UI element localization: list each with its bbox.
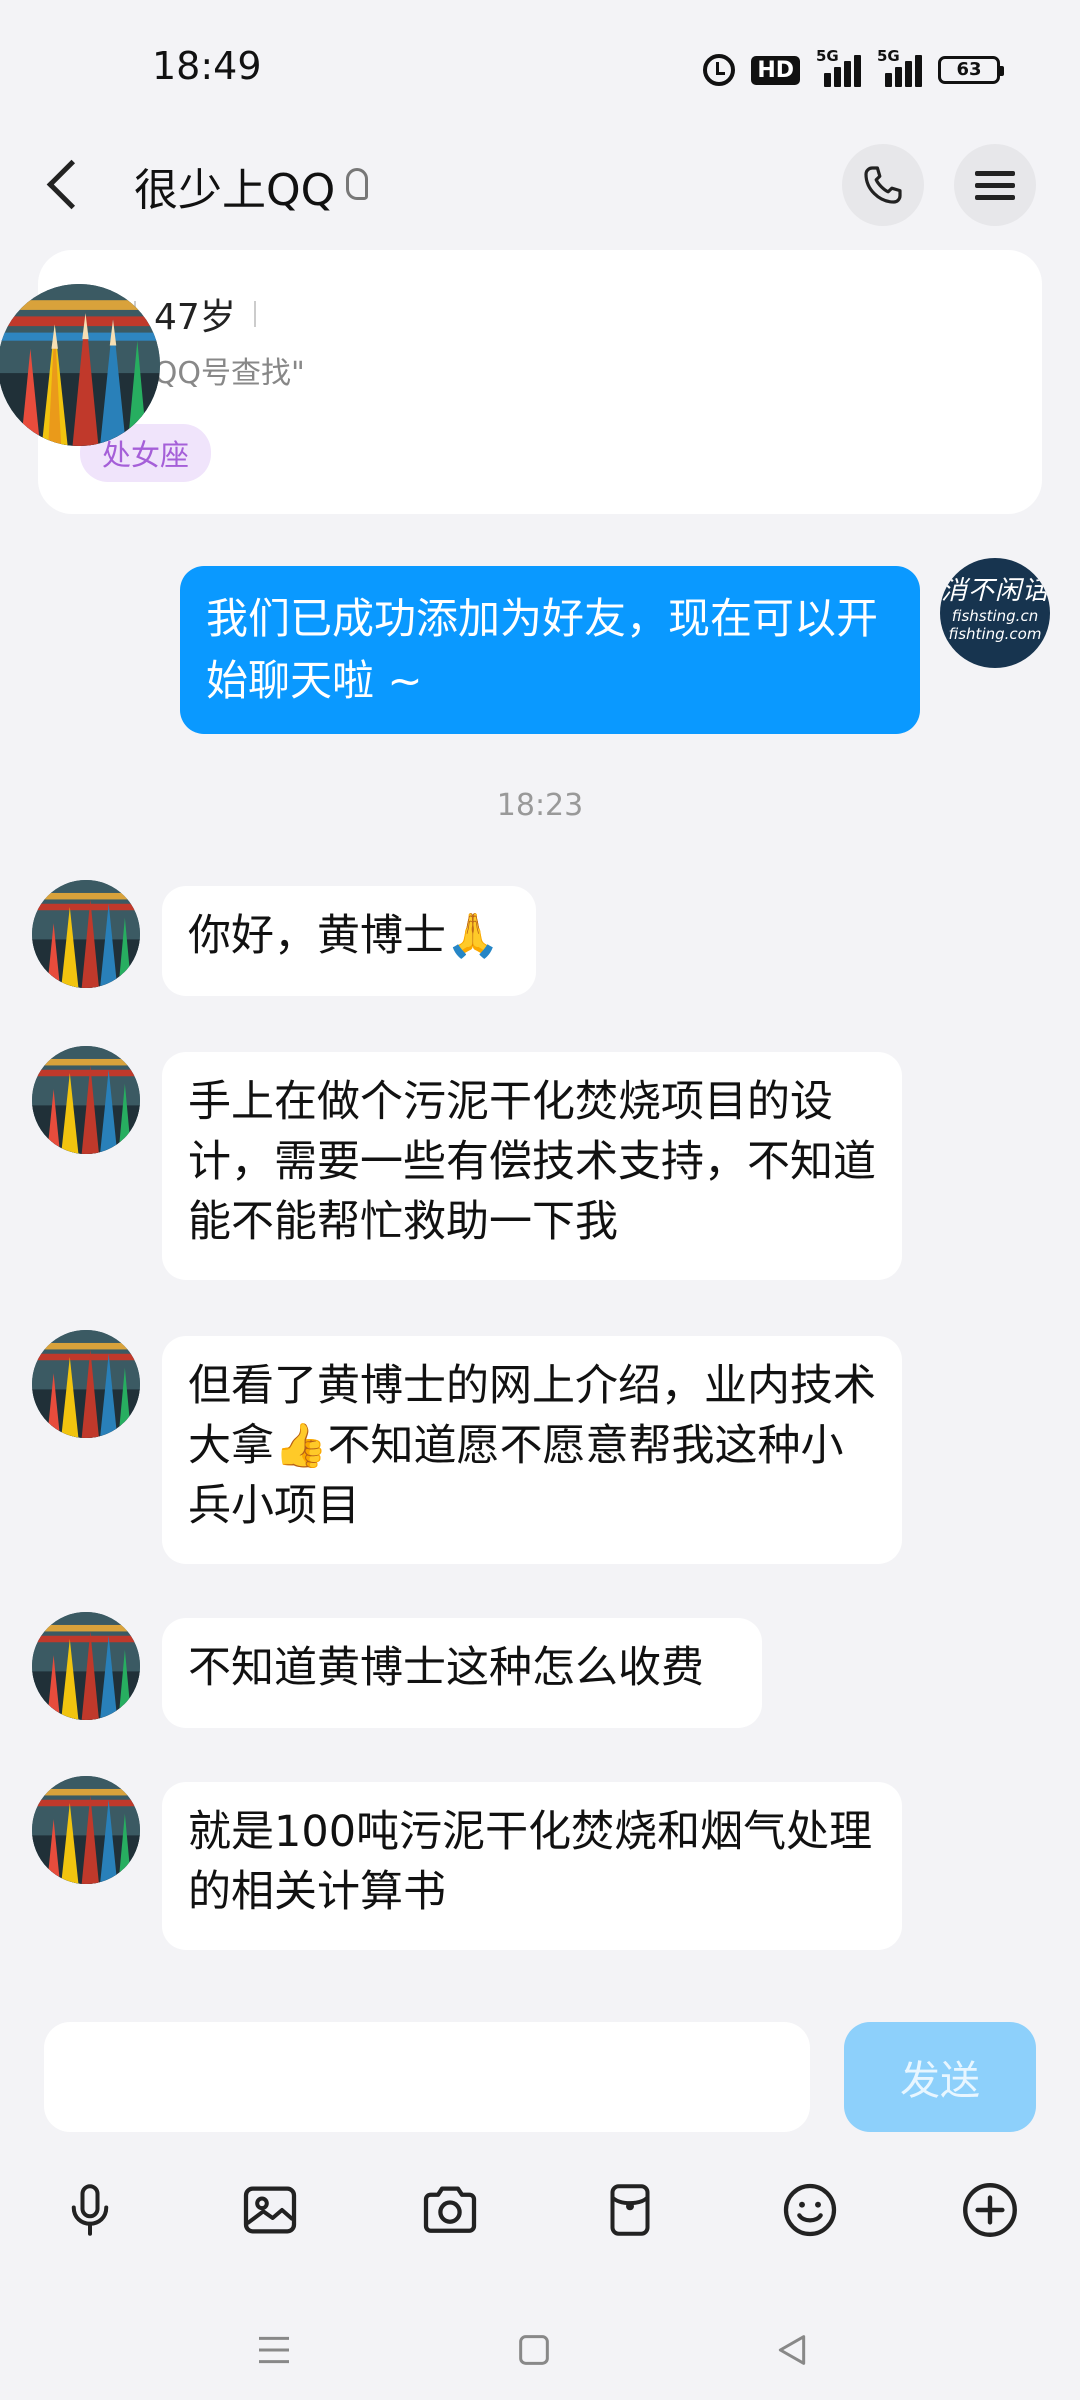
contact-avatar-small[interactable] — [32, 1612, 140, 1720]
contact-name[interactable]: 很少上QQ — [134, 154, 335, 218]
network-label-2: 5G — [877, 47, 900, 65]
pencils-image — [32, 1330, 140, 1438]
call-button[interactable] — [842, 144, 924, 226]
back-button[interactable] — [36, 154, 96, 214]
camera-button[interactable] — [410, 2170, 490, 2250]
incoming-message[interactable]: 不知道黄博士这种怎么收费 — [162, 1618, 762, 1728]
profile-card[interactable]: 男 47岁 来自"QQ号查找" 处女座 — [0, 250, 1042, 514]
recents-icon — [259, 2336, 289, 2364]
red-packet-button[interactable] — [590, 2170, 670, 2250]
outgoing-message[interactable]: 我们已成功添加为好友，现在可以开始聊天啦 ~ — [180, 566, 920, 734]
emoji-icon — [783, 2183, 837, 2237]
hd-icon: HD — [751, 55, 800, 85]
pencils-image — [32, 1776, 140, 1884]
pencils-image — [32, 1046, 140, 1154]
nav-back-button[interactable] — [762, 2320, 822, 2380]
incoming-message[interactable]: 你好，黄博士🙏 — [162, 886, 536, 996]
back-triangle-icon — [778, 2335, 806, 2365]
divider — [253, 301, 256, 327]
signal-5g-icon-2: 5G — [877, 47, 922, 87]
message-timestamp: 18:23 — [496, 788, 584, 823]
chat-screen: 18:49 HD 5G 5G 63 很少上QQ 47岁 来自"QQ号查找" 处女… — [0, 0, 1080, 2400]
phone-icon — [864, 166, 902, 204]
battery-icon: 63 — [938, 56, 1004, 84]
incoming-message[interactable]: 手上在做个污泥干化焚烧项目的设计，需要一些有偿技术支持，不知道能不能帮忙救助一下… — [162, 1052, 902, 1280]
contact-avatar[interactable] — [0, 284, 160, 446]
microphone-icon — [71, 2184, 109, 2236]
ear-icon — [346, 168, 368, 200]
contact-avatar-small[interactable] — [32, 1046, 140, 1154]
pencils-image — [32, 1612, 140, 1720]
network-label: 5G — [816, 47, 839, 65]
my-avatar-site-2: fishting.com — [948, 625, 1042, 643]
emoji-button[interactable] — [770, 2170, 850, 2250]
status-bar: 18:49 HD 5G 5G 63 — [0, 0, 1080, 120]
red-packet-icon — [610, 2184, 650, 2236]
voice-button[interactable] — [50, 2170, 130, 2250]
contact-avatar-small[interactable] — [32, 1776, 140, 1884]
system-nav-bar — [0, 2290, 1080, 2400]
pencils-image — [32, 880, 140, 988]
incoming-message[interactable]: 但看了黄博士的网上介绍，业内技术大拿👍不知道愿不愿意帮我这种小兵小项目 — [162, 1336, 902, 1564]
menu-button[interactable] — [954, 144, 1036, 226]
send-button[interactable]: 发送 — [844, 2022, 1036, 2132]
age: 47岁 — [154, 297, 236, 338]
home-button[interactable] — [504, 2320, 564, 2380]
my-avatar-site: fishsting.cn — [951, 607, 1039, 625]
chat-toolbar — [0, 2160, 1080, 2270]
contact-avatar-small[interactable] — [32, 880, 140, 988]
pencils-image — [0, 284, 160, 446]
incoming-message[interactable]: 就是100吨污泥干化焚烧和烟气处理的相关计算书 — [162, 1782, 902, 1950]
status-time: 18:49 — [152, 44, 262, 88]
message-input[interactable] — [44, 2022, 810, 2132]
contact-avatar-small[interactable] — [32, 1330, 140, 1438]
camera-icon — [423, 2186, 477, 2233]
recents-button[interactable] — [244, 2320, 304, 2380]
image-icon — [243, 2186, 297, 2234]
alarm-icon — [703, 54, 736, 86]
home-icon — [519, 2335, 549, 2365]
chevron-left-icon — [46, 159, 96, 209]
plus-icon — [963, 2183, 1017, 2237]
my-avatar[interactable]: 消不闲话 fishsting.cn fishting.com — [940, 558, 1050, 668]
chat-header: 很少上QQ — [0, 130, 1080, 240]
signal-5g-icon: 5G — [816, 47, 861, 87]
my-avatar-text: 消不闲话 — [940, 576, 1049, 606]
status-icons: HD 5G 5G 63 — [703, 47, 1004, 90]
album-button[interactable] — [230, 2170, 310, 2250]
more-button[interactable] — [950, 2170, 1030, 2250]
hamburger-menu-icon — [975, 164, 1015, 207]
